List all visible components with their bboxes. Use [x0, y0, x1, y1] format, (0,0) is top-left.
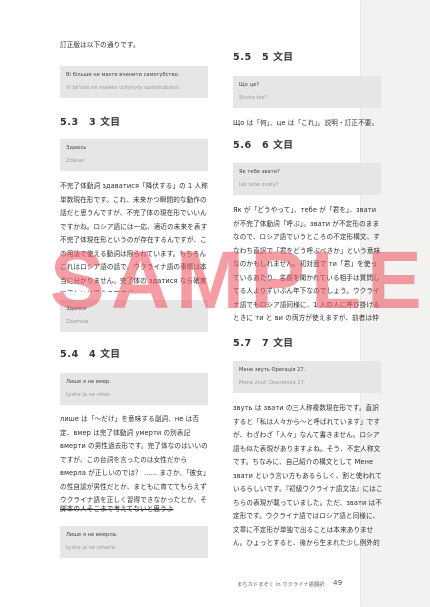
- example-latin: Iak tebe zvaty?: [239, 182, 279, 188]
- example-latin: Lyshe ja ne vmer.: [66, 392, 112, 398]
- example-latin: Zdaius': [66, 158, 85, 164]
- example-latin: Lyshe ja ne vmerla.: [66, 545, 117, 551]
- example-cyrillic: Лише я не вмер.: [66, 379, 111, 385]
- strikethrough-note: 脚本の人そこまで考えてないと思うよ: [60, 505, 174, 513]
- example-box: Що це? Shcho tse?: [233, 76, 381, 108]
- paragraph-5-7: звуть は звати の三人称複数現在形です。直訳すると「私は人々から～と…: [233, 404, 383, 547]
- section-heading-5-3: 5.3 3 文目: [60, 117, 121, 128]
- example-latin: Zdamsia: [66, 319, 89, 325]
- example-latin: Shcho tse?: [239, 95, 268, 101]
- section-heading-5-7: 5.7 7 文目: [233, 338, 294, 349]
- paragraph-5-6: Як が「どうやって」、тебе が「君を」、звати が不完了体動詞「呼ぶ」…: [233, 206, 381, 322]
- example-latin: Vi bil'she ne maiete vchynyty samohubstv…: [66, 85, 181, 91]
- paragraph-5-4: лише は「～だけ」を意味する副詞、не は否定、вмер は完了体動詞 ум…: [60, 415, 210, 504]
- example-box: Здамся Zdamsia: [60, 300, 208, 332]
- example-cyrillic: Здаюсь: [66, 145, 87, 151]
- example-latin: Mene zvut' Operatsiia 27.: [239, 380, 306, 386]
- example-box: Лише я не вмер. Lyshe ja ne vmer.: [60, 373, 208, 405]
- example-cyrillic: Мене звуть Operація 27.: [239, 367, 306, 373]
- example-box: Як тебе звати? Iak tebe zvaty?: [233, 163, 381, 195]
- example-cyrillic: Лише я не вмерла.: [66, 532, 118, 538]
- section-heading-5-5: 5.5 5 文目: [233, 52, 294, 63]
- example-box: Здаюсь Zdaius': [60, 139, 208, 171]
- paragraph-5-5: Що は「何」、це は「これ」。説明・訂正不要。: [233, 119, 379, 127]
- intro-text: 訂正版は以下の通りです。: [60, 41, 140, 49]
- example-box: Мене звуть Operація 27. Mene zvut' Opera…: [233, 361, 381, 393]
- example-box: Лише я не вмерла. Lyshe ja ne vmerla.: [60, 526, 208, 558]
- section-heading-5-4: 5.4 4 文目: [60, 349, 121, 360]
- example-box: Ві більше не маєте вчинити самогубство. …: [60, 66, 208, 98]
- example-cyrillic: Що це?: [239, 82, 259, 88]
- example-cyrillic: Ві більше не маєте вчинити самогубство.: [66, 72, 180, 78]
- running-footer: まちカドまぞく in ウクライナ語翻訳: [237, 582, 325, 588]
- example-cyrillic: Як тебе звати?: [239, 169, 280, 175]
- page-number: 49: [333, 578, 343, 587]
- example-cyrillic: Здамся: [66, 306, 86, 312]
- section-heading-5-6: 5.6 6 文目: [233, 140, 294, 151]
- paragraph-5-3: 不完了体動詞 здаватися「降伏する」の 1 人称単数現在形です。これ、未…: [60, 182, 208, 292]
